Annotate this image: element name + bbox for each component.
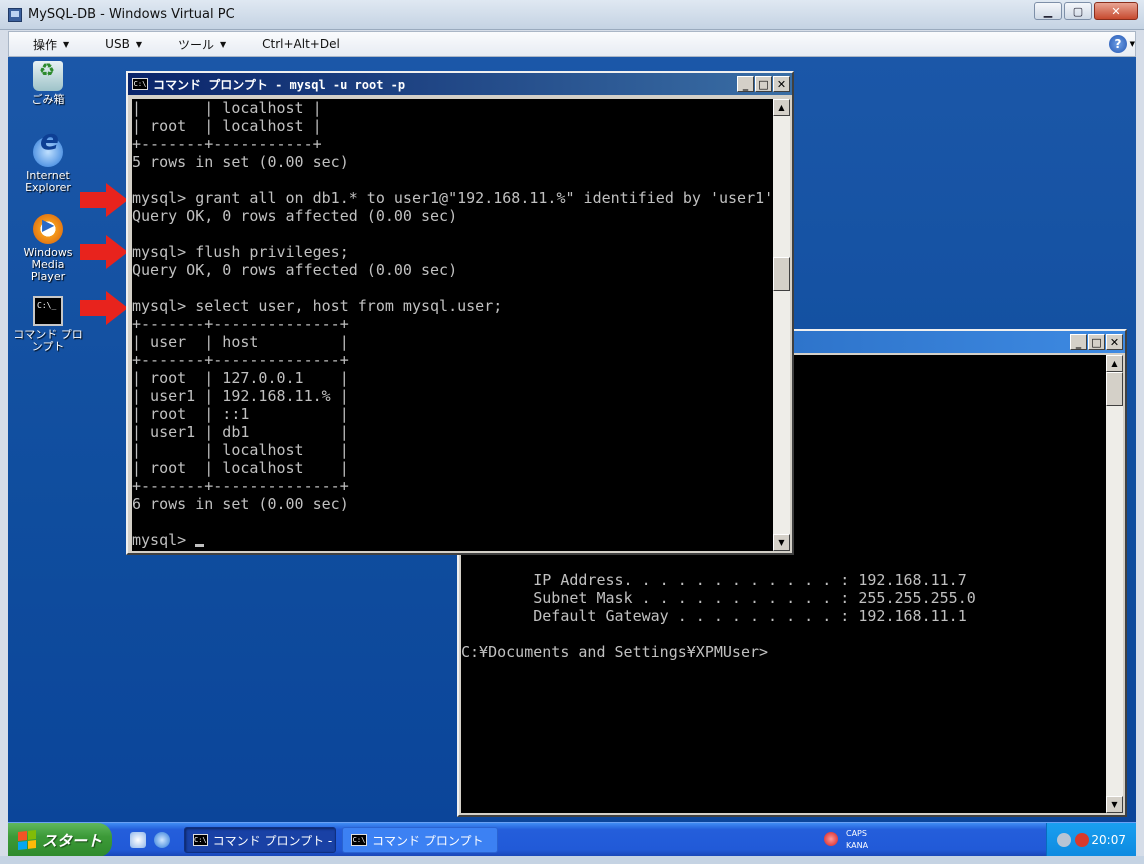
console-line: | root | localhost | <box>132 459 349 477</box>
console-line: C:¥Documents and Settings¥XPMUser> <box>461 643 769 661</box>
maximize-button[interactable]: □ <box>1088 334 1105 350</box>
menu-action[interactable]: 操作 ▼ <box>9 36 81 53</box>
console-line: Query OK, 0 rows affected (0.00 sec) <box>132 207 458 225</box>
command-prompt-icon: C:\ <box>351 834 367 846</box>
start-button[interactable]: スタート <box>8 823 112 857</box>
command-prompt-icon <box>33 296 63 326</box>
scroll-up-button[interactable]: ▲ <box>1106 355 1123 372</box>
console-line: | user | host | <box>132 333 349 351</box>
chevron-down-icon: ▼ <box>219 39 227 49</box>
window-titlebar[interactable]: C:\ コマンド プロンプト - mysql -u root -p _ □ ✕ <box>128 73 792 95</box>
desktop-icon-command-prompt[interactable]: コマンド プロンプト <box>8 296 88 353</box>
help-icon[interactable]: ? <box>1109 35 1127 53</box>
close-button[interactable]: ✕ <box>773 76 790 92</box>
console-line: IP Address. . . . . . . . . . . . : 192.… <box>461 571 967 589</box>
scroll-down-button[interactable]: ▼ <box>1106 796 1123 813</box>
console-line: Query OK, 0 rows affected (0.00 sec) <box>132 261 458 279</box>
ie-icon <box>33 134 63 167</box>
chevron-down-icon[interactable]: ▼ <box>1130 40 1135 48</box>
window-controls: _ □ ✕ <box>1069 334 1123 350</box>
console-line: | | localhost | <box>132 441 349 459</box>
windows-flag-icon <box>18 830 36 850</box>
red-arrow-icon <box>80 183 128 217</box>
maximize-button[interactable]: ▢ <box>1064 2 1092 20</box>
cmd-window-mysql[interactable]: C:\ コマンド プロンプト - mysql -u root -p _ □ ✕ … <box>126 71 794 555</box>
console-output[interactable]: | | localhost | | root | localhost | +----… <box>132 99 773 551</box>
command-prompt-icon: C:\ <box>132 78 148 90</box>
maximize-button[interactable]: □ <box>755 76 772 92</box>
system-tray: 20:07 <box>1046 823 1136 857</box>
console-line: | user1 | 192.168.11.% | <box>132 387 349 405</box>
console-line: +-------+-----------+ <box>132 135 322 153</box>
console-line: | user1 | db1 | <box>132 423 349 441</box>
taskbar: スタート C:\ コマンド プロンプト - m... C:\ コマンド プロンプ… <box>8 822 1136 857</box>
taskbar-item-prompt[interactable]: C:\ コマンド プロンプト <box>342 827 498 853</box>
window-controls: _ □ ✕ <box>736 76 790 92</box>
close-button[interactable]: ✕ <box>1094 2 1138 20</box>
text-cursor <box>195 544 205 547</box>
desktop-icon-media-player[interactable]: Windows Media Player <box>8 214 88 283</box>
host-window-bottom-border <box>0 856 1144 864</box>
menu-usb[interactable]: USB ▼ <box>81 37 154 51</box>
scroll-down-button[interactable]: ▼ <box>773 534 790 551</box>
console-line: | root | localhost | <box>132 117 322 135</box>
console-line: 5 rows in set (0.00 sec) <box>132 153 349 171</box>
show-desktop-icon[interactable] <box>130 832 146 848</box>
console-line: mysql> <box>132 531 773 549</box>
network-icon[interactable] <box>1057 833 1071 847</box>
desktop-icon-internet-explorer[interactable]: Internet Explorer <box>8 134 88 194</box>
vertical-scrollbar[interactable]: ▲ ▼ <box>773 99 790 551</box>
scroll-thumb[interactable] <box>773 257 790 291</box>
clock[interactable]: 20:07 <box>1091 833 1126 847</box>
console-line: | root | ::1 | <box>132 405 349 423</box>
scroll-up-button[interactable]: ▲ <box>773 99 790 116</box>
console-line: mysql> flush privileges; <box>132 243 349 261</box>
taskbar-item-mysql-prompt[interactable]: C:\ コマンド プロンプト - m... <box>184 827 336 853</box>
minimize-button[interactable]: _ <box>737 76 754 92</box>
guest-desktop: ごみ箱 Internet Explorer Windows Media Play… <box>8 57 1136 822</box>
ime-icon[interactable] <box>824 832 838 846</box>
console-line: Default Gateway . . . . . . . . . : 192.… <box>461 607 967 625</box>
recycle-bin-icon <box>33 61 63 91</box>
console-line: | | localhost | <box>132 99 322 117</box>
console-line: mysql> select user, host from mysql.user… <box>132 297 503 315</box>
ie-quicklaunch-icon[interactable] <box>154 832 170 848</box>
console-line: mysql> grant all on db1.* to user1@"192.… <box>132 189 773 207</box>
minimize-button[interactable]: _ <box>1070 334 1087 350</box>
host-window-controls: ▁ ▢ ✕ <box>1032 2 1138 20</box>
menu-ctrl-alt-del[interactable]: Ctrl+Alt+Del <box>238 37 352 51</box>
console-line: +-------+--------------+ <box>132 315 349 333</box>
host-window-title: MySQL-DB - Windows Virtual PC <box>28 7 235 22</box>
vertical-scrollbar[interactable]: ▲ ▼ <box>1106 355 1123 813</box>
ime-language-bar[interactable]: CAPS KANA <box>816 826 896 854</box>
close-button[interactable]: ✕ <box>1106 334 1123 350</box>
red-arrow-icon <box>80 291 128 325</box>
window-title: コマンド プロンプト - mysql -u root -p <box>153 77 406 92</box>
console-line: +-------+--------------+ <box>132 477 349 495</box>
console-line: | root | 127.0.0.1 | <box>132 369 349 387</box>
console-line: +-------+--------------+ <box>132 351 349 369</box>
host-menubar: 操作 ▼ USB ▼ ツール ▼ Ctrl+Alt+Del ? ▼ <box>8 31 1136 57</box>
virtual-pc-icon <box>8 7 22 22</box>
desktop-icon-recycle-bin[interactable]: ごみ箱 <box>8 61 88 106</box>
host-titlebar: MySQL-DB - Windows Virtual PC ▁ ▢ ✕ <box>0 0 1144 30</box>
console-line: Subnet Mask . . . . . . . . . . . : 255.… <box>461 589 976 607</box>
media-player-icon <box>33 214 63 244</box>
minimize-button[interactable]: ▁ <box>1034 2 1062 20</box>
command-prompt-icon: C:\ <box>193 834 208 846</box>
menu-tools[interactable]: ツール ▼ <box>154 36 238 53</box>
scroll-thumb[interactable] <box>1106 372 1123 406</box>
security-alert-icon[interactable] <box>1075 833 1089 847</box>
red-arrow-icon <box>80 235 128 269</box>
console-line: 6 rows in set (0.00 sec) <box>132 495 349 513</box>
chevron-down-icon: ▼ <box>135 39 142 49</box>
chevron-down-icon: ▼ <box>63 39 70 49</box>
